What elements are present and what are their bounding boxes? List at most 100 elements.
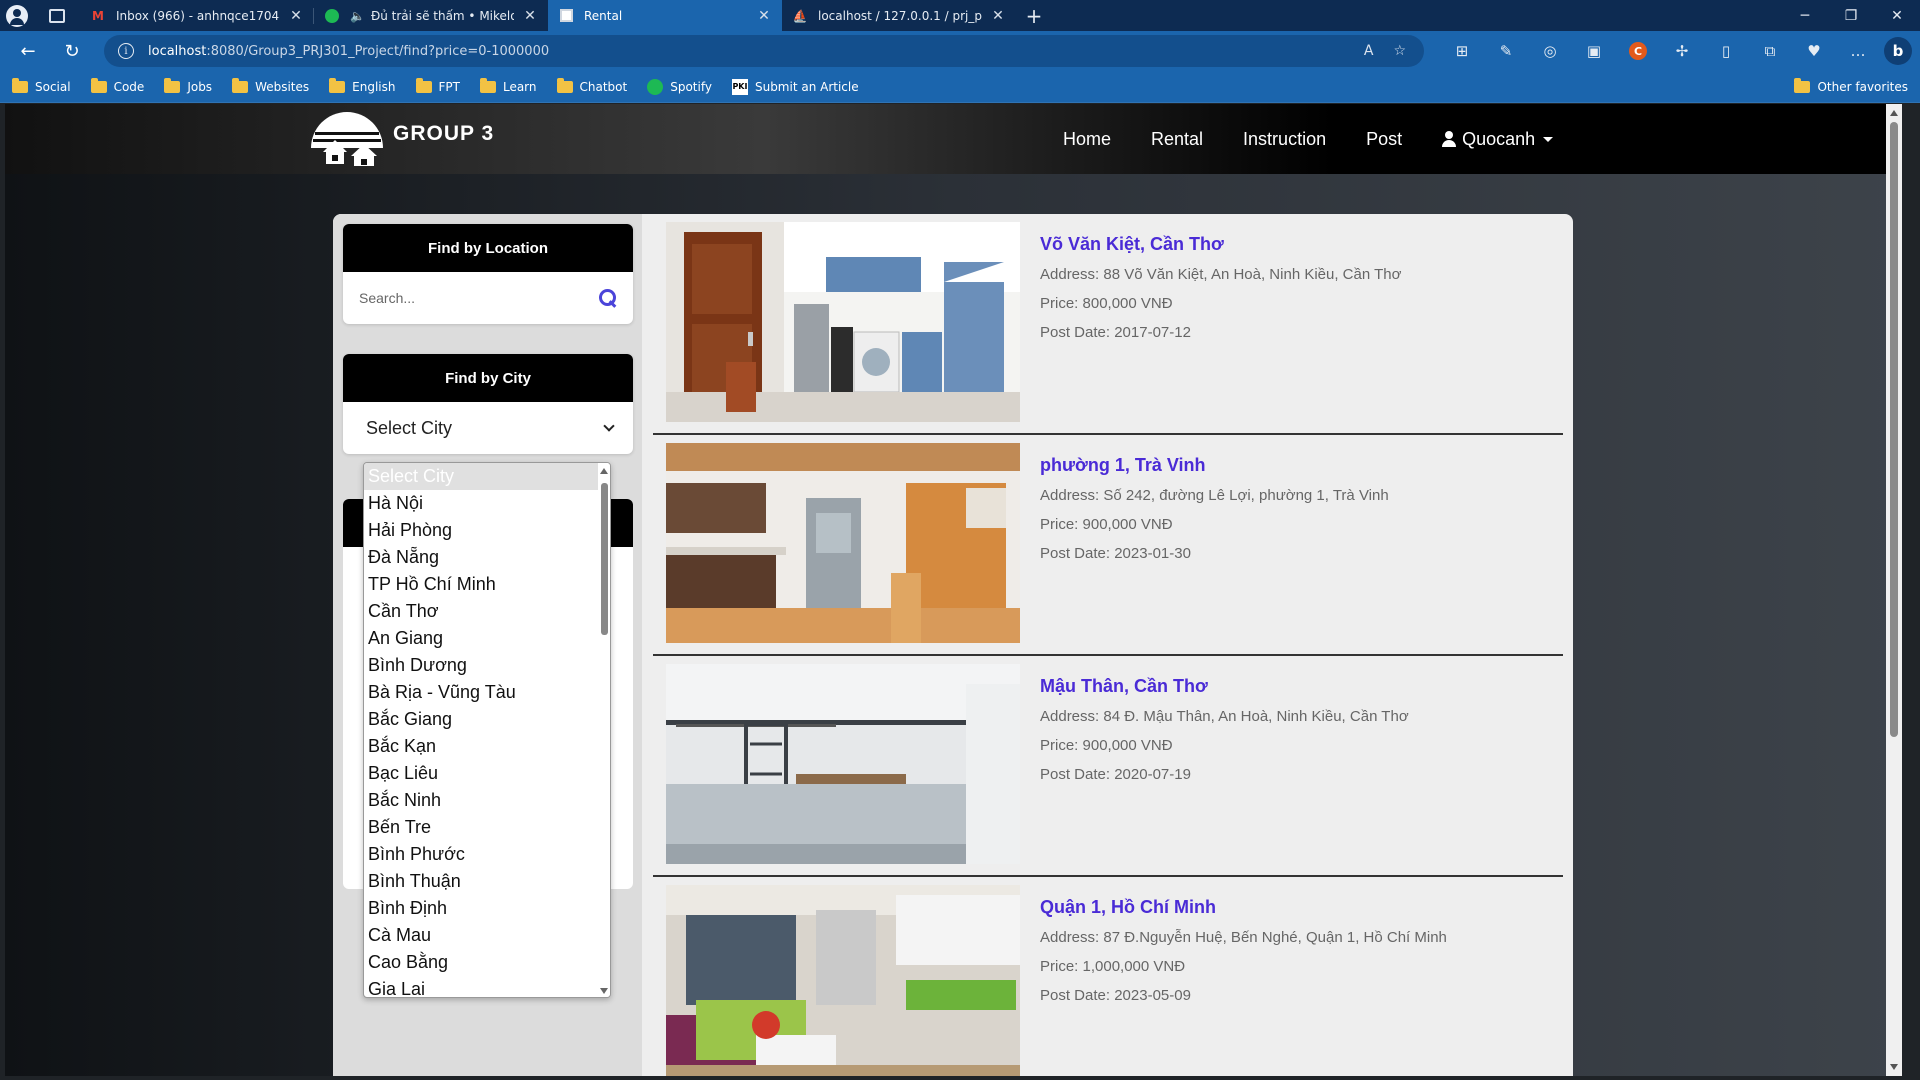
scroll-up-icon[interactable] bbox=[1890, 110, 1898, 116]
listing-title[interactable]: Quận 1, Hồ Chí Minh bbox=[1040, 897, 1447, 918]
browser-tab-gmail[interactable]: M Inbox (966) - anhnqce170483@f ✕ bbox=[80, 0, 314, 31]
bookmark-submit-article[interactable]: PKI Submit an Article bbox=[731, 78, 859, 95]
city-option[interactable]: Bến Tre bbox=[364, 814, 610, 841]
profile-icon[interactable] bbox=[0, 0, 34, 31]
url-field[interactable]: i localhost:8080/Group3_PRJ301_Project/f… bbox=[104, 35, 1424, 67]
performance-icon[interactable]: ♥ bbox=[1792, 42, 1836, 60]
city-option[interactable]: Hà Nội bbox=[364, 490, 610, 517]
more-icon[interactable]: … bbox=[1836, 42, 1880, 60]
city-option[interactable]: TP Hồ Chí Minh bbox=[364, 571, 610, 598]
favorite-star-icon[interactable]: ☆ bbox=[1393, 43, 1406, 59]
info-icon[interactable]: i bbox=[118, 43, 134, 59]
location-search-input[interactable] bbox=[359, 290, 599, 306]
nav-instruction[interactable]: Instruction bbox=[1243, 129, 1326, 150]
speaker-icon[interactable]: 🔈 bbox=[350, 9, 365, 23]
dropdown-scrollbar[interactable] bbox=[598, 463, 610, 997]
bookmark-learn[interactable]: Learn bbox=[479, 77, 537, 94]
city-option[interactable]: Bắc Giang bbox=[364, 706, 610, 733]
compass-icon[interactable]: ◎ bbox=[1528, 42, 1572, 60]
listing-item[interactable]: phường 1, Trà Vinh Address: Số 242, đườn… bbox=[653, 435, 1563, 656]
scroll-thumb[interactable] bbox=[601, 483, 608, 635]
split-screen-icon[interactable]: ▯ bbox=[1704, 42, 1748, 60]
scroll-thumb[interactable] bbox=[1890, 122, 1898, 737]
bookmark-spotify[interactable]: Spotify bbox=[647, 78, 712, 95]
listing-title[interactable]: Mậu Thân, Cần Thơ bbox=[1040, 676, 1409, 697]
brand-name: GROUP 3 bbox=[393, 122, 495, 145]
page-scrollbar[interactable] bbox=[1886, 104, 1902, 1076]
nav-home[interactable]: Home bbox=[1063, 129, 1111, 150]
close-window-icon[interactable]: ✕ bbox=[1874, 0, 1920, 31]
bookmark-chatbot[interactable]: Chatbot bbox=[556, 77, 627, 94]
tab-actions-icon[interactable] bbox=[34, 0, 80, 31]
web-page: GROUP 3 Home Rental Instruction Post Quo… bbox=[5, 104, 1902, 1076]
bookmark-websites[interactable]: Websites bbox=[232, 77, 309, 94]
close-tab-icon[interactable]: ✕ bbox=[756, 8, 772, 24]
page-icon bbox=[558, 8, 574, 24]
nav-post[interactable]: Post bbox=[1366, 129, 1402, 150]
scroll-down-icon[interactable] bbox=[600, 988, 608, 994]
city-option[interactable]: Bạc Liêu bbox=[364, 760, 610, 787]
listing-item[interactable]: Võ Văn Kiệt, Cần Thơ Address: 88 Võ Văn … bbox=[653, 214, 1563, 435]
refresh-icon[interactable]: ↻ bbox=[50, 31, 94, 71]
extension-icon[interactable]: ✎ bbox=[1484, 42, 1528, 60]
listing-photo[interactable] bbox=[666, 664, 1020, 864]
puzzle-icon[interactable]: ✢ bbox=[1660, 42, 1704, 60]
city-option[interactable]: Bắc Kạn bbox=[364, 733, 610, 760]
bookmark-english[interactable]: English bbox=[329, 77, 396, 94]
browser-tab-phpmyadmin[interactable]: ⛵ localhost / 127.0.0.1 / prj_project ✕ bbox=[782, 0, 1016, 31]
browser-tab-spotify[interactable]: 🔈 Đủ trải sẽ thấm • Mikelodic ✕ bbox=[314, 0, 548, 31]
minimize-icon[interactable]: ─ bbox=[1782, 0, 1828, 31]
city-option[interactable]: Bình Thuận bbox=[364, 868, 610, 895]
city-option[interactable]: Bắc Ninh bbox=[364, 787, 610, 814]
user-menu-dropdown[interactable]: Quocanh bbox=[1442, 129, 1554, 150]
read-aloud-icon[interactable]: A bbox=[1364, 43, 1374, 59]
city-option[interactable]: An Giang bbox=[364, 625, 610, 652]
bookmark-code[interactable]: Code bbox=[90, 77, 144, 94]
translate-icon[interactable]: ⊞ bbox=[1440, 42, 1484, 60]
tab-title: localhost / 127.0.0.1 / prj_project bbox=[818, 8, 982, 23]
close-tab-icon[interactable]: ✕ bbox=[990, 8, 1006, 24]
close-tab-icon[interactable]: ✕ bbox=[288, 8, 304, 24]
city-option[interactable]: Cao Bằng bbox=[364, 949, 610, 976]
window-controls: ─ ❐ ✕ bbox=[1782, 0, 1920, 31]
c-extension-icon[interactable]: C bbox=[1629, 42, 1647, 60]
bing-copilot-icon[interactable]: b bbox=[1884, 37, 1912, 65]
city-option[interactable]: Gia Lai bbox=[364, 976, 610, 997]
city-option[interactable]: Cà Mau bbox=[364, 922, 610, 949]
listing-item[interactable]: Mậu Thân, Cần Thơ Address: 84 Đ. Mậu Thâ… bbox=[653, 656, 1563, 877]
site-logo[interactable]: GROUP 3 bbox=[311, 112, 495, 166]
off-extension-icon[interactable]: ▣ bbox=[1572, 42, 1616, 60]
nav-rental[interactable]: Rental bbox=[1151, 129, 1203, 150]
bookmark-jobs[interactable]: Jobs bbox=[164, 77, 212, 94]
city-dropdown-list[interactable]: Select City Hà Nội Hải Phòng Đà Nẵng TP … bbox=[363, 462, 611, 998]
restore-icon[interactable]: ❐ bbox=[1828, 0, 1874, 31]
listing-photo[interactable] bbox=[666, 885, 1020, 1076]
city-option[interactable]: Bình Dương bbox=[364, 652, 610, 679]
browser-tab-rental[interactable]: Rental ✕ bbox=[548, 0, 782, 31]
folder-icon bbox=[479, 77, 496, 93]
bookmark-other-favorites[interactable]: Other favorites bbox=[1794, 77, 1908, 94]
search-icon[interactable] bbox=[599, 289, 617, 307]
back-icon[interactable]: ← bbox=[6, 31, 50, 71]
city-option[interactable]: Bình Phước bbox=[364, 841, 610, 868]
collections-icon[interactable]: ⧉ bbox=[1748, 42, 1792, 60]
city-select[interactable]: Select City bbox=[343, 402, 633, 454]
bookmark-fpt[interactable]: FPT bbox=[415, 77, 460, 94]
city-option[interactable]: Hải Phòng bbox=[364, 517, 610, 544]
city-option[interactable]: Bình Định bbox=[364, 895, 610, 922]
city-option[interactable]: Bà Rịa - Vũng Tàu bbox=[364, 679, 610, 706]
close-tab-icon[interactable]: ✕ bbox=[522, 8, 538, 24]
listing-item[interactable]: Quận 1, Hồ Chí Minh Address: 87 Đ.Nguyễn… bbox=[653, 877, 1563, 1076]
listing-title[interactable]: Võ Văn Kiệt, Cần Thơ bbox=[1040, 234, 1401, 255]
listing-photo[interactable] bbox=[666, 443, 1020, 643]
scroll-down-icon[interactable] bbox=[1890, 1064, 1898, 1070]
folder-icon bbox=[329, 77, 346, 93]
city-option[interactable]: Select City bbox=[364, 463, 598, 490]
scroll-up-icon[interactable] bbox=[600, 468, 608, 474]
bookmark-social[interactable]: Social bbox=[12, 77, 71, 94]
city-option[interactable]: Cần Thơ bbox=[364, 598, 610, 625]
city-option[interactable]: Đà Nẵng bbox=[364, 544, 610, 571]
listing-photo[interactable] bbox=[666, 222, 1020, 422]
new-tab-button[interactable]: + bbox=[1016, 0, 1052, 31]
listing-title[interactable]: phường 1, Trà Vinh bbox=[1040, 455, 1389, 476]
